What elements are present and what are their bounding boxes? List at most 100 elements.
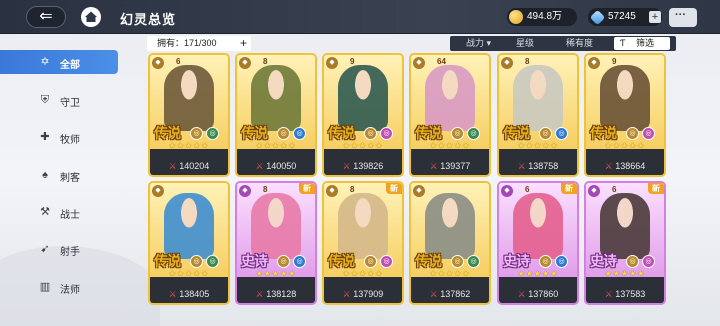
power-number: 137909 <box>353 289 384 299</box>
class-badge-icon: ◆ <box>501 185 513 197</box>
dagger-icon: ♠ <box>42 169 48 181</box>
star-rating: ★★★★★ <box>604 141 646 150</box>
rarity-label: 传说 <box>415 253 442 269</box>
rarity-label: 史诗 <box>241 253 268 269</box>
chat-icon[interactable] <box>669 8 697 27</box>
hero-card[interactable]: ◆ 8 新传说 ◎ ◎ ★★★★★ ⚔ 137909 <box>322 181 404 305</box>
gem-amount: 57245 <box>608 11 636 22</box>
hero-card[interactable]: ◆ 8 传说 ◎ ◎ ★★★★★ ⚔ 138758 <box>497 53 579 177</box>
sidebar-item-4[interactable]: ⚒ 战士 <box>0 200 118 224</box>
rarity-label: 史诗 <box>503 253 530 269</box>
sidebar-item-3[interactable]: ♠ 刺客 <box>0 163 118 187</box>
class-badge-icon: ◆ <box>413 57 425 69</box>
level-text: 8 <box>263 185 268 194</box>
power-value: ⚔ 137862 <box>411 289 489 300</box>
hero-figure <box>600 65 650 131</box>
element-icon: ◎ <box>451 127 464 140</box>
gold-coin-icon <box>509 10 523 24</box>
star-rating: ★★★★★ <box>517 269 559 278</box>
star-rating: ★★★★★ <box>429 141 471 150</box>
element-icon: ◎ <box>364 255 377 268</box>
level-text: 9 <box>612 57 617 66</box>
star-rating: ★★★★★ <box>255 141 297 150</box>
hero-card[interactable]: ◆ 传说 ◎ ◎ ★★★★★ ⚔ 138405 <box>148 181 230 305</box>
element-icon: ◎ <box>555 127 568 140</box>
hero-card[interactable]: ◆ 9 传说 ◎ ◎ ★★★★★ ⚔ 138664 <box>584 53 666 177</box>
sidebar-item-1[interactable]: ⛨ 守卫 <box>0 88 118 112</box>
hero-figure <box>338 65 388 131</box>
sidebar-item-label: 射手 <box>60 247 80 258</box>
element-icon: ◎ <box>293 255 306 268</box>
power-value: ⚔ 137583 <box>586 289 664 300</box>
hero-figure <box>425 193 475 259</box>
class-badge-icon: ◆ <box>326 57 338 69</box>
power-value: ⚔ 137909 <box>324 289 402 300</box>
power-number: 139826 <box>353 161 384 171</box>
hero-card[interactable]: ◆ 64 传说 ◎ ◎ ★★★★★ ⚔ 139377 <box>409 53 491 177</box>
sword-icon: ⚔ <box>604 289 613 299</box>
class-badge-icon: ◆ <box>152 185 164 197</box>
add-gems-button[interactable]: + <box>649 11 661 23</box>
back-arrow-icon: ⇐ <box>39 8 53 25</box>
expand-capacity-button[interactable]: + <box>240 36 247 50</box>
sword-icon: ⚔ <box>168 289 177 299</box>
new-badge: 新 <box>386 183 402 194</box>
rarity-label: 传说 <box>328 253 355 269</box>
element-icon: ◎ <box>380 127 393 140</box>
hero-card[interactable]: ◆ 传说 ◎ ◎ ★★★★★ ⚔ 137862 <box>409 181 491 305</box>
rarity-label: 传说 <box>415 125 442 141</box>
element-icon: ◎ <box>277 255 290 268</box>
level-text: 6 <box>176 57 181 66</box>
sidebar-item-6[interactable]: ▥ 法师 <box>0 275 118 299</box>
hero-card[interactable]: ◆ 9 传说 ◎ ◎ ★★★★★ ⚔ 139826 <box>322 53 404 177</box>
class-badge-icon: ◆ <box>326 185 338 197</box>
sidebar-item-2[interactable]: ✚ 牧师 <box>0 125 118 149</box>
home-icon[interactable] <box>80 6 102 28</box>
sort-power-tab[interactable]: 战力 ▾ <box>466 36 491 51</box>
owned-count-text: 拥有：171/300 <box>157 38 217 48</box>
star-rating: ★★★★★ <box>342 141 384 150</box>
book-icon: ▥ <box>39 281 51 293</box>
element-icon: ◎ <box>642 255 655 268</box>
filter-button[interactable]: Ƭ 筛选 <box>614 37 670 50</box>
star-rating: ★★★★★ <box>168 141 210 150</box>
power-value: ⚔ 138664 <box>586 161 664 172</box>
power-number: 140050 <box>266 161 297 171</box>
sort-star-tab[interactable]: 星级 <box>516 36 534 51</box>
star-outline-icon: ✡ <box>40 56 50 68</box>
power-value: ⚔ 139826 <box>324 161 402 172</box>
hero-card[interactable]: ◆ 8 新史诗 ◎ ◎ ★★★★★ ⚔ 138128 <box>235 181 317 305</box>
power-value: ⚔ 137860 <box>499 289 577 300</box>
sidebar-item-5[interactable]: ➹ 射手 <box>0 237 118 261</box>
element-icon: ◎ <box>626 127 639 140</box>
element-icon: ◎ <box>206 127 219 140</box>
hero-figure <box>338 193 388 259</box>
gold-counter: 494.8万 <box>507 8 577 26</box>
power-number: 138664 <box>615 161 646 171</box>
level-text: 6 <box>612 185 617 194</box>
hero-figure <box>164 193 214 259</box>
hero-card[interactable]: ◆ 6 新史诗 ◎ ◎ ★★★★★ ⚔ 137860 <box>497 181 579 305</box>
hero-figure <box>251 65 301 131</box>
power-number: 139377 <box>440 161 471 171</box>
new-badge: 新 <box>561 183 577 194</box>
element-icon: ◎ <box>190 255 203 268</box>
level-text <box>176 185 200 195</box>
hero-card[interactable]: ◆ 6 传说 ◎ ◎ ★★★★★ ⚔ 140204 <box>148 53 230 177</box>
hero-card[interactable]: ◆ 6 新史诗 ◎ ◎ ★★★★★ ⚔ 137583 <box>584 181 666 305</box>
sort-rarity-tab[interactable]: 稀有度 <box>566 36 593 51</box>
sidebar-item-0[interactable]: ✡ 全部 <box>0 50 118 74</box>
hero-figure <box>513 65 563 131</box>
back-button[interactable]: ⇐ <box>26 6 66 28</box>
bow-icon: ➹ <box>40 243 50 255</box>
class-badge-icon: ◆ <box>501 57 513 69</box>
element-icon: ◎ <box>467 255 480 268</box>
hero-figure <box>600 193 650 259</box>
power-value: ⚔ 139377 <box>411 161 489 172</box>
hero-card[interactable]: ◆ 8 传说 ◎ ◎ ★★★★★ ⚔ 140050 <box>235 53 317 177</box>
gold-amount: 494.8万 <box>527 11 563 22</box>
sidebar-item-label: 牧师 <box>60 135 80 146</box>
element-icon: ◎ <box>206 255 219 268</box>
sidebar-item-label: 法师 <box>60 285 80 296</box>
sword-icon: ⚔ <box>168 161 177 171</box>
